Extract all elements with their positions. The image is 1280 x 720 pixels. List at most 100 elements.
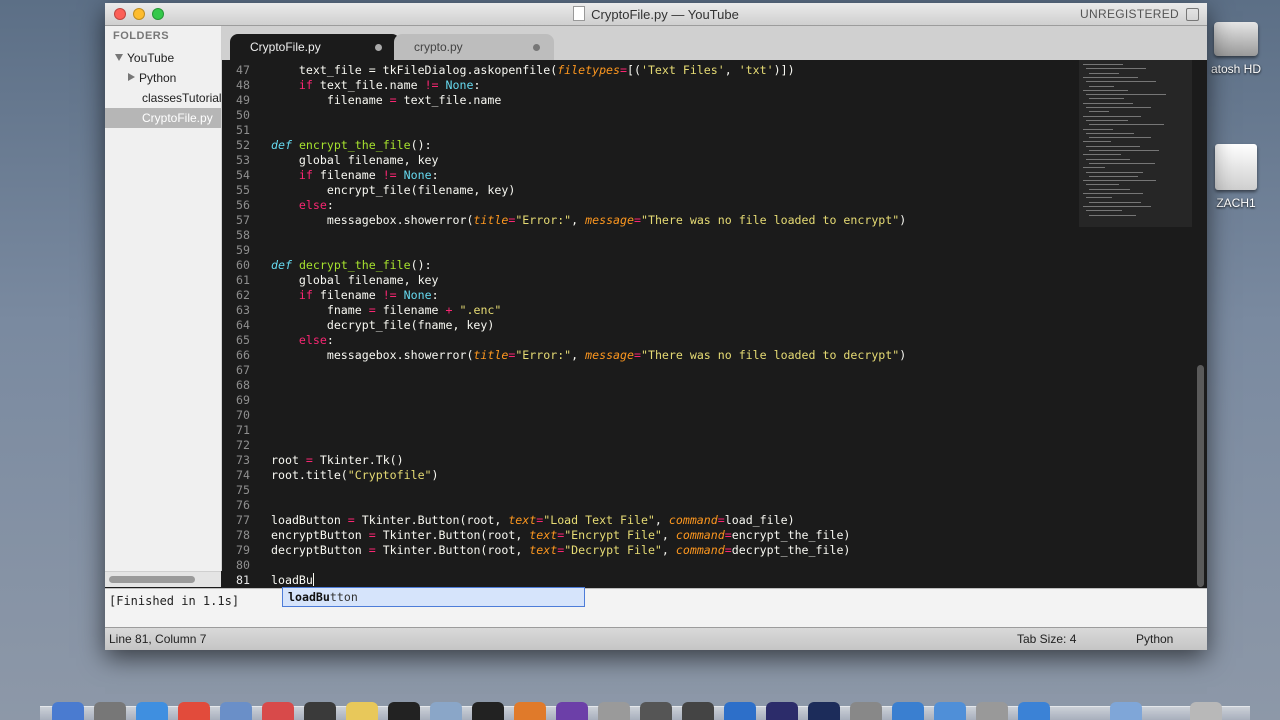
minimap-line: [1086, 210, 1122, 212]
chevron-right-icon: [128, 73, 135, 81]
code-editor[interactable]: 47 48 49 50 51 52 53 54 55 56 57 58 59 60 61 62 63 64 65 66…: [222, 60, 1207, 590]
minimap-line: [1089, 201, 1141, 203]
minimap-line: [1089, 162, 1155, 164]
finder-icon[interactable]: [52, 702, 84, 720]
minimap-line: [1083, 76, 1138, 78]
minimap-line: [1083, 193, 1143, 194]
minimap-line: [1086, 94, 1166, 96]
sublime-window: CryptoFile.py — YouTube UNREGISTERED FOL…: [105, 3, 1207, 650]
minimap-line: [1089, 188, 1130, 190]
minimap-line: [1083, 154, 1121, 156]
trash-icon[interactable]: [1190, 702, 1222, 720]
hard-drive-icon: [1214, 22, 1258, 56]
app-store-icon[interactable]: [892, 702, 924, 720]
app-icon[interactable]: [304, 702, 336, 720]
downloads-stack-icon[interactable]: [1110, 702, 1142, 720]
minimap-line: [1083, 205, 1151, 207]
minimap-line: [1083, 115, 1141, 117]
title-bar[interactable]: CryptoFile.py — YouTube UNREGISTERED: [105, 3, 1207, 26]
sidebar-item-cryptofile[interactable]: CryptoFile.py: [105, 108, 221, 128]
minimap-line: [1089, 175, 1138, 177]
minimap-line: [1083, 89, 1128, 91]
launchpad-icon[interactable]: [94, 702, 126, 720]
minimap-line: [1083, 64, 1123, 65]
minimap-line: [1083, 102, 1133, 104]
app-icon[interactable]: [1018, 702, 1050, 720]
cursor-position: Line 81, Column 7: [109, 632, 207, 646]
chevron-down-icon: [115, 54, 123, 61]
minimap-line: [1083, 180, 1156, 182]
sidebar-item-youtube[interactable]: YouTube: [115, 48, 174, 68]
text-cursor: [312, 573, 314, 586]
tab-bar: CryptoFile.py crypto.py: [222, 26, 1207, 60]
photoshop-icon[interactable]: [808, 702, 840, 720]
minimap-line: [1086, 145, 1140, 147]
mail-icon[interactable]: [220, 702, 252, 720]
app-icon[interactable]: [556, 702, 588, 720]
minimap-line: [1086, 197, 1112, 199]
minimap-line: [1089, 150, 1159, 151]
app-icon[interactable]: [388, 702, 420, 720]
system-preferences-icon[interactable]: [976, 702, 1008, 720]
minimap-line: [1083, 128, 1113, 130]
fullscreen-icon[interactable]: [1186, 8, 1199, 21]
minimap-line: [1089, 98, 1124, 100]
autocomplete-rest[interactable]: tton: [330, 590, 358, 604]
minimap-line: [1089, 72, 1119, 74]
app-icon[interactable]: [934, 702, 966, 720]
minimap-line: [1086, 158, 1130, 160]
output-panel: [Finished in 1.1s]: [105, 588, 1207, 627]
app-icon[interactable]: [850, 702, 882, 720]
usb-drive-icon: [1215, 144, 1257, 190]
dock: [40, 702, 1250, 720]
tab-size-selector[interactable]: Tab Size: 4: [1017, 628, 1076, 650]
usb-drive-desktop-icon[interactable]: ZACH1: [1206, 144, 1266, 210]
sublime-text-icon[interactable]: [514, 702, 546, 720]
premiere-icon[interactable]: [766, 702, 798, 720]
safari-icon[interactable]: [136, 702, 168, 720]
sidebar: FOLDERS YouTube Python classesTutorial C…: [105, 26, 222, 587]
window-title: CryptoFile.py — YouTube: [105, 6, 1207, 22]
minimap-line: [1089, 111, 1109, 113]
sidebar-scroll-thumb[interactable]: [109, 576, 195, 583]
line-number-gutter: 47 48 49 50 51 52 53 54 55 56 57 58 59 60 61 62 63 64 65 66…: [236, 63, 250, 587]
unsaved-dot-icon[interactable]: [375, 44, 382, 51]
minimap-line: [1089, 137, 1151, 139]
notes-icon[interactable]: [346, 702, 378, 720]
xcode-icon[interactable]: [430, 702, 462, 720]
app-icon[interactable]: [724, 702, 756, 720]
sidebar-scrollbar[interactable]: [105, 571, 221, 587]
minimap[interactable]: [1079, 60, 1192, 227]
minimap-line: [1089, 85, 1114, 87]
folders-header: FOLDERS: [113, 30, 170, 42]
document-icon: [573, 6, 586, 21]
autocomplete-match[interactable]: loadBu: [283, 590, 330, 604]
hard-drive-desktop-icon[interactable]: atosh HD: [1206, 22, 1266, 76]
tab-crypto[interactable]: crypto.py: [394, 34, 554, 60]
app-icon[interactable]: [682, 702, 714, 720]
chrome-icon[interactable]: [178, 702, 210, 720]
app-icon[interactable]: [598, 702, 630, 720]
minimap-line: [1086, 68, 1146, 70]
minimap-line: [1086, 81, 1156, 83]
status-bar: Line 81, Column 7 Tab Size: 4 Python: [105, 627, 1207, 650]
unsaved-dot-icon[interactable]: [533, 44, 540, 51]
hard-drive-label: atosh HD: [1210, 62, 1262, 76]
minimap-line: [1086, 107, 1151, 108]
build-output: [Finished in 1.1s]: [109, 594, 240, 608]
minimap-line: [1086, 184, 1119, 186]
syntax-selector[interactable]: Python: [1136, 628, 1173, 650]
terminal-icon[interactable]: [472, 702, 504, 720]
calendar-icon[interactable]: [262, 702, 294, 720]
autocomplete-popup[interactable]: loadButton: [282, 587, 585, 607]
editor-scrollbar[interactable]: [1197, 365, 1204, 587]
minimap-line: [1086, 132, 1134, 134]
unregistered-label: UNREGISTERED: [1080, 7, 1179, 21]
usb-drive-label: ZACH1: [1216, 196, 1256, 210]
sidebar-item-classestutorial[interactable]: classesTutorial: [142, 88, 222, 108]
minimap-line: [1086, 119, 1128, 121]
tab-cryptofile[interactable]: CryptoFile.py: [230, 34, 400, 60]
minimap-line: [1083, 141, 1111, 143]
app-icon[interactable]: [640, 702, 672, 720]
sidebar-item-python[interactable]: Python: [128, 68, 176, 88]
